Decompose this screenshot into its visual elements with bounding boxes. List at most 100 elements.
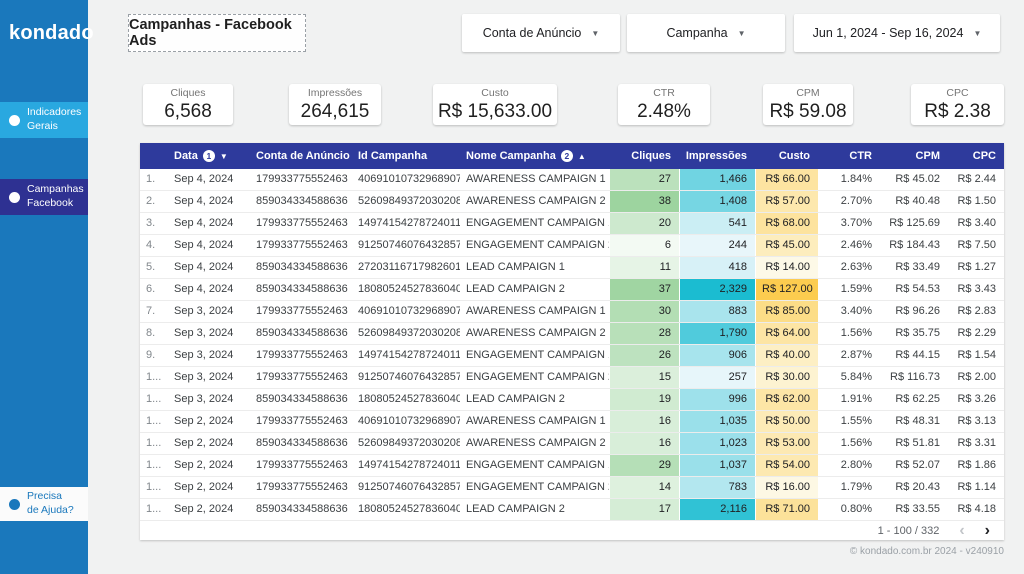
cell-cpc: R$ 2.44 [957,173,996,185]
cell-impressions: 783 [679,477,755,498]
cell-cost: R$ 85.00 [755,301,818,322]
cell-campaign-name: ENGAGEMENT CAMPAIGN 2 [466,239,609,251]
cell-cost: R$ 62.00 [755,389,818,410]
cell-account-id: 859034334588636 [256,283,348,295]
row-number: 1... [146,415,162,427]
table-row: 1... Sep 2, 2024 859034334588636 1808052452… [140,499,1004,521]
cell-cpc: R$ 1.14 [957,481,996,493]
cell-cpc: R$ 3.43 [957,283,996,295]
sidebar-item-indicadores-gerais[interactable]: Indicadores Gerais [0,102,88,138]
cell-campaign-name: LEAD CAMPAIGN 1 [466,261,565,273]
col-header-impress-es[interactable]: Impressões [679,143,755,169]
kpi-label: CTR [653,87,675,99]
cell-date: Sep 4, 2024 [174,239,234,251]
cell-campaign-name: LEAD CAMPAIGN 2 [466,393,565,405]
cell-cpc: R$ 1.54 [957,349,996,361]
cell-date: Sep 4, 2024 [174,195,234,207]
col-header-nome-campanha[interactable]: Nome Campanha 2 ▲ [460,143,609,169]
row-number: 3. [146,217,156,229]
sidebar-item-precisa-de-ajuda[interactable]: Precisa de Ajuda? [0,487,88,521]
bullet-dot-icon [9,191,20,203]
kpi-value: 264,615 [300,101,370,122]
table-row: 1. Sep 4, 2024 179933775552463 406910107329… [140,169,1004,191]
cell-account-id: 179933775552463 [256,371,348,383]
report-title-label: Campanhas - Facebook Ads [129,17,292,49]
chevron-left-icon[interactable]: ‹ [959,522,964,539]
kpi-value: R$ 15,633.00 [437,101,553,122]
chevron-down-icon: ▼ [973,28,982,38]
col-header-ctr[interactable]: CTR [818,143,880,169]
cell-campaign-id: 91250746076432857 [358,481,460,493]
cell-cpc: R$ 2.00 [957,371,996,383]
cell-cpc: R$ 3.13 [957,415,996,427]
row-number: 1. [146,173,156,185]
cell-campaign-name: LEAD CAMPAIGN 2 [466,503,565,515]
cell-ctr: 1.56% [840,327,872,339]
table-row: 1... Sep 2, 2024 179933775552463 4069101073… [140,411,1004,433]
cell-cpm: R$ 20.43 [895,481,940,493]
cell-cpc: R$ 3.26 [957,393,996,405]
col-header-cpm[interactable]: CPM [880,143,948,169]
cell-account-id: 179933775552463 [256,349,348,361]
row-number: 2. [146,195,156,207]
kpi-card-ctr: CTR 2.48% [618,84,710,125]
date-range-filter[interactable]: Jun 1, 2024 - Sep 16, 2024 ▼ [794,14,1000,52]
table-row: 1... Sep 3, 2024 859034334588636 1808052452… [140,389,1004,411]
campaign-filter[interactable]: Campanha ▼ [627,14,785,52]
cell-account-id: 859034334588636 [256,393,348,405]
cell-ctr: 3.40% [840,305,872,317]
cell-campaign-name: AWARENESS CAMPAIGN 2 [466,437,606,449]
cell-account-id: 179933775552463 [256,481,348,493]
cell-cpm: R$ 62.25 [895,393,940,405]
cell-account-id: 179933775552463 [256,459,348,471]
col-header-custo[interactable]: Custo [755,143,818,169]
kpi-label: Impressões [307,87,363,99]
cell-campaign-name: ENGAGEMENT CAMPAIGN 1 [466,459,609,471]
table-row: 9. Sep 3, 2024 179933775552463 149741542787… [140,345,1004,367]
cell-account-id: 179933775552463 [256,239,348,251]
filter-count-badge: 2 [560,150,573,162]
cell-cpm: R$ 33.55 [895,503,940,515]
kpi-value: 6,568 [164,101,212,122]
cell-impressions: 1,037 [679,455,755,476]
cell-ctr: 2.70% [840,195,872,207]
col-header-data[interactable]: Data 1 ▼ [168,143,250,169]
cell-account-id: 179933775552463 [256,217,348,229]
cell-campaign-name: AWARENESS CAMPAIGN 2 [466,327,606,339]
col-header-id-campanha[interactable]: Id Campanha [352,143,460,169]
sidebar-item-label: Indicadores Gerais [27,106,82,132]
campaigns-table: Data 1 ▼ Conta de Anúncio Id Campanha Nome Ca… [140,143,1004,540]
cell-campaign-name: AWARENESS CAMPAIGN 1 [466,305,606,317]
table-row: 1... Sep 2, 2024 179933775552463 1497415427… [140,455,1004,477]
cell-impressions: 541 [679,213,755,234]
cell-cost: R$ 66.00 [755,169,818,190]
table-row: 1... Sep 3, 2024 179933775552463 9125074607… [140,367,1004,389]
cell-cost: R$ 127.00 [755,279,818,300]
cell-campaign-id: 40691010732968907 [358,305,460,317]
table-row: 1... Sep 2, 2024 859034334588636 5260984937… [140,433,1004,455]
cell-date: Sep 4, 2024 [174,173,234,185]
report-title: Campanhas - Facebook Ads [128,14,306,52]
cell-cost: R$ 54.00 [755,455,818,476]
kpi-card-impress-es: Impressões 264,615 [289,84,381,125]
col-header-conta-de-an-ncio[interactable]: Conta de Anúncio [250,143,352,169]
cell-date: Sep 4, 2024 [174,261,234,273]
kpi-label: CPM [796,87,820,99]
row-number: 1... [146,437,162,449]
cell-ctr: 1.91% [840,393,872,405]
cell-clicks: 16 [609,433,679,454]
kpi-value: 2.48% [637,101,691,122]
col-header-rownum [140,143,168,169]
cell-clicks: 38 [609,191,679,212]
col-header-cpc[interactable]: CPC [948,143,1004,169]
chevron-down-icon: ▼ [591,28,600,38]
cell-clicks: 19 [609,389,679,410]
cell-account-id: 859034334588636 [256,327,348,339]
cell-clicks: 26 [609,345,679,366]
chevron-right-icon[interactable]: › [985,522,990,539]
table-row: 2. Sep 4, 2024 859034334588636 526098493720… [140,191,1004,213]
sidebar-item-campanhas-facebook[interactable]: Campanhas Facebook [0,179,88,215]
account-filter[interactable]: Conta de Anúncio ▼ [462,14,620,52]
col-header-cliques[interactable]: Cliques [609,143,679,169]
cell-cpm: R$ 33.49 [895,261,940,273]
